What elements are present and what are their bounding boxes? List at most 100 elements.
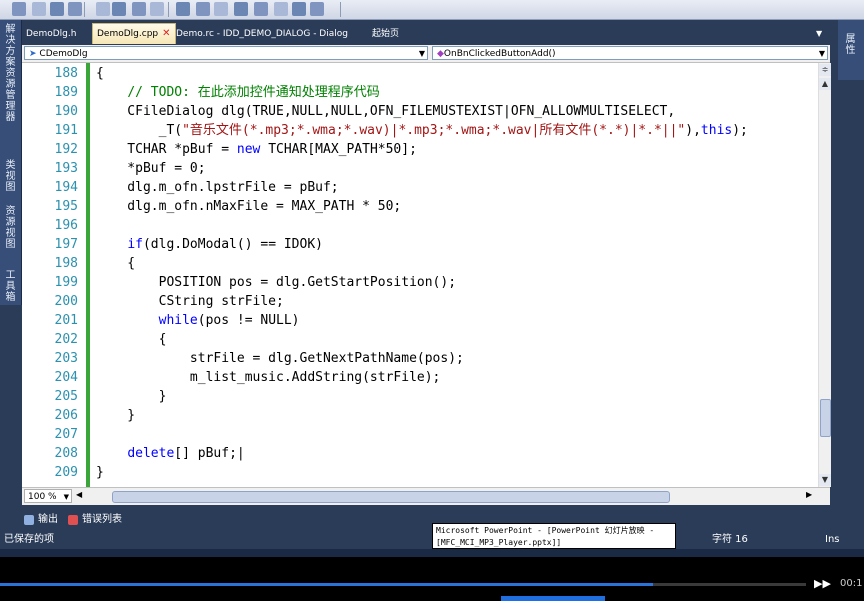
tab-label: DemoDlg.cpp [97,29,159,39]
line-number: 199 [54,275,78,290]
vertical-scrollbar[interactable]: ≑ ▲ ▼ [818,63,831,487]
tab-label: 错误列表 [82,514,122,525]
taskbar-tooltip: Microsoft PowerPoint - [PowerPoint 幻灯片放映… [432,523,676,549]
code-line[interactable]: 205 } [22,387,818,406]
tb-icon-1[interactable] [12,2,26,16]
tb-icon-4[interactable] [68,2,82,16]
code-line[interactable]: 196 [22,216,818,235]
scroll-right-icon[interactable]: ▶ [806,490,812,499]
code-editor[interactable]: 188{189 // TODO: 在此添加控件通知处理程序代码 190 CFile… [22,63,818,487]
code-line[interactable]: 198 { [22,254,818,273]
sidebar-item-resource-view[interactable]: 资源视图 [2,206,19,250]
tooltip-line-1: Microsoft PowerPoint - [PowerPoint 幻灯片放映… [436,526,655,535]
chevron-down-icon: ▼ [418,49,425,58]
scroll-up-icon[interactable]: ▲ [819,78,831,90]
tab-label: DemoDlg.h [26,29,77,39]
horizontal-scroll-thumb[interactable] [112,491,670,503]
tb-icon-12[interactable] [234,2,248,16]
status-char: 字符 16 [712,534,748,545]
sidebar-item-solution-explorer[interactable]: 解决方案资源管理器 [2,24,19,123]
line-number: 197 [54,237,78,252]
code-line[interactable]: 202 { [22,330,818,349]
progress-fill [0,583,653,586]
code-line[interactable]: 188 { [22,64,818,83]
tab-error-list[interactable]: 错误列表 [66,511,122,529]
scroll-left-icon[interactable]: ◀ [76,490,82,499]
tb-icon-3[interactable] [50,2,64,16]
code-line[interactable]: 201 while(pos != NULL) [22,311,818,330]
player-time: 00:1 [840,578,863,589]
tb-icon-14[interactable] [274,2,288,16]
code-text: POSITION pos = dlg.GetStartPosition(); [96,275,457,290]
code-line[interactable]: 194 dlg.m_ofn.lpstrFile = pBuf; [22,178,818,197]
method-icon: ◆ [437,49,444,59]
output-icon [24,515,34,525]
code-line[interactable]: 209} [22,463,818,482]
tab-label: 输出 [38,514,58,525]
tab-demodlg-cpp[interactable]: DemoDlg.cpp ✕ [92,23,176,44]
tb-icon-2[interactable] [32,2,46,16]
code-line[interactable]: 193 *pBuf = 0; [22,159,818,178]
navigation-bar: ➤ CDemoDlg ▼ ◆OnBnClickedButtonAdd() ▼ [22,45,830,63]
line-number: 205 [54,389,78,404]
line-number: 196 [54,218,78,233]
close-icon[interactable]: ✕ [162,28,170,39]
sidebar-item-properties[interactable]: 属性 [842,34,859,56]
code-line[interactable]: 200 CString strFile; [22,292,818,311]
chevron-down-icon: ▼ [63,493,69,501]
code-line[interactable]: 207 [22,425,818,444]
class-combo[interactable]: ➤ CDemoDlg ▼ [24,46,428,60]
left-sidebar: 解决方案资源管理器 类视图 资源视图 工具箱 [0,20,22,305]
code-line[interactable]: 192 TCHAR *pBuf = new TCHAR[MAX_PATH*50]… [22,140,818,159]
split-icon[interactable]: ≑ [819,64,831,76]
code-line[interactable]: 203 strFile = dlg.GetNextPathName(pos); [22,349,818,368]
right-sidebar: 属性 [838,20,864,80]
code-text: TCHAR *pBuf = new TCHAR[MAX_PATH*50]; [96,142,417,157]
tab-demo-rc[interactable]: Demo.rc - IDD_DEMO_DIALOG - Dialog [172,24,352,44]
code-text: while(pos != NULL) [158,313,300,328]
zoom-value: 100 % [28,492,57,502]
tb-icon-6[interactable] [112,2,126,16]
code-line[interactable]: 195 dlg.m_ofn.nMaxFile = MAX_PATH * 50; [22,197,818,216]
tb-icon-10[interactable] [196,2,210,16]
tb-icon-15[interactable] [292,2,306,16]
code-line[interactable]: 204 m_list_music.AddString(strFile); [22,368,818,387]
code-line[interactable]: 191 _T("音乐文件(*.mp3;*.wma;*.wav)|*.mp3;*.… [22,121,818,140]
sidebar-item-class-view[interactable]: 类视图 [2,160,19,193]
tooltip-line-2: [MFC_MCI_MP3_Player.pptx]] [436,538,562,547]
tb-icon-7[interactable] [132,2,146,16]
line-number: 191 [54,123,78,138]
code-line[interactable]: 208 delete[] pBuf;| [22,444,818,463]
scroll-down-icon[interactable]: ▼ [819,474,831,486]
code-text: dlg.m_ofn.lpstrFile = pBuf; [96,180,339,195]
fast-forward-button[interactable]: ▶▶ [814,577,831,590]
tab-label: 起始页 [372,29,400,39]
class-combo-value: CDemoDlg [39,49,88,59]
tb-icon-9[interactable] [176,2,190,16]
line-number: 189 [54,85,78,100]
tb-icon-11[interactable] [214,2,228,16]
chevron-down-icon[interactable]: ▼ [812,24,826,44]
tb-icon-5[interactable] [96,2,110,16]
code-line[interactable]: 189 // TODO: 在此添加控件通知处理程序代码 [22,83,818,102]
tb-icon-13[interactable] [254,2,268,16]
code-line[interactable]: 190 CFileDialog dlg(TRUE,NULL,NULL,OFN_F… [22,102,818,121]
code-line[interactable]: 206 } [22,406,818,425]
zoom-combo[interactable]: 100 % ▼ [24,489,72,503]
line-number: 204 [54,370,78,385]
tab-start-page[interactable]: 起始页 [368,24,403,44]
line-number: 209 [54,465,78,480]
taskbar-strip [0,549,864,557]
tb-icon-16[interactable] [310,2,324,16]
method-combo[interactable]: ◆OnBnClickedButtonAdd() ▼ [432,46,828,60]
code-line[interactable]: 197 if(dlg.DoModal() == IDOK) [22,235,818,254]
sidebar-item-toolbox[interactable]: 工具箱 [2,270,19,303]
error-list-icon [68,515,78,525]
tab-demodlg-h[interactable]: DemoDlg.h [22,24,80,44]
progress-track[interactable] [0,583,806,586]
tb-icon-8[interactable] [150,2,164,16]
tab-output[interactable]: 输出 [22,511,58,529]
code-line[interactable]: 199 POSITION pos = dlg.GetStartPosition(… [22,273,818,292]
line-number: 194 [54,180,78,195]
vertical-scroll-thumb[interactable] [820,399,831,437]
